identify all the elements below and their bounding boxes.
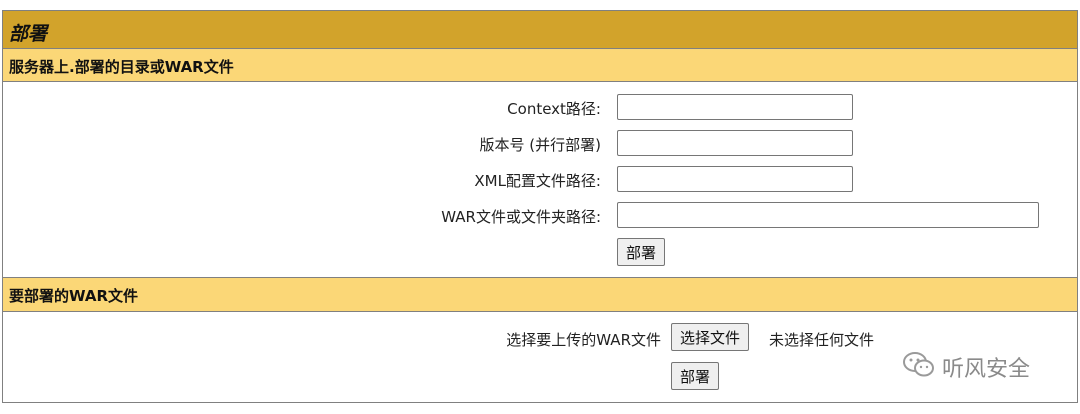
- section-title-upload-war: 要部署的WAR文件: [9, 287, 139, 305]
- section-title-server-dir: 服务器上.部署的目录或WAR文件: [9, 58, 234, 76]
- deploy-upload-button[interactable]: 部署: [671, 362, 720, 390]
- war-path-input[interactable]: [617, 202, 1039, 228]
- context-path-input[interactable]: [617, 94, 853, 120]
- no-file-chosen-text: 未选择任何文件: [769, 331, 875, 349]
- title-bar: 部署: [3, 11, 1077, 49]
- form-row-context-path: Context路径:: [3, 94, 1077, 122]
- form-row-war-path: WAR文件或文件夹路径:: [3, 202, 1077, 230]
- deploy-dir-button[interactable]: 部署: [617, 238, 666, 266]
- version-label: 版本号 (并行部署): [479, 136, 601, 154]
- war-path-label: WAR文件或文件夹路径:: [441, 208, 601, 226]
- upload-war-label: 选择要上传的WAR文件: [506, 331, 661, 349]
- panel-title: 部署: [9, 23, 48, 45]
- xml-config-path-input[interactable]: [617, 166, 853, 192]
- section-header-upload-war: 要部署的WAR文件: [3, 277, 1077, 312]
- form-row-version: 版本号 (并行部署): [3, 130, 1077, 158]
- watermark: 听风安全: [902, 350, 1030, 384]
- watermark-text: 听风安全: [942, 357, 1031, 382]
- context-path-label: Context路径:: [507, 100, 601, 118]
- section-header-server-dir: 服务器上.部署的目录或WAR文件: [3, 49, 1077, 82]
- xml-config-path-label: XML配置文件路径:: [474, 172, 601, 190]
- deploy-panel: 部署 服务器上.部署的目录或WAR文件 Context路径: 版本号 (并行部署…: [2, 10, 1078, 403]
- form-row-xml-config: XML配置文件路径:: [3, 166, 1077, 194]
- wechat-icon: [902, 350, 936, 384]
- choose-file-button[interactable]: 选择文件: [671, 323, 750, 351]
- version-input[interactable]: [617, 130, 853, 156]
